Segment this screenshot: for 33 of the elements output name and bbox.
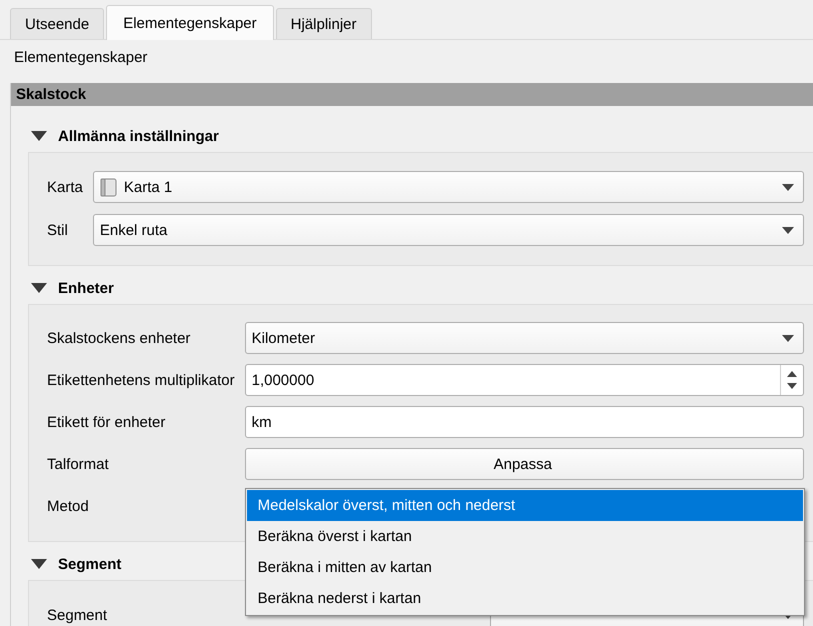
customize-button[interactable]: Anpassa	[244, 448, 804, 480]
section-header: Skalstock	[11, 83, 813, 106]
caret-icon	[782, 226, 794, 234]
field-label: Karta	[47, 178, 83, 196]
menu-option[interactable]: Medelskalor överst, mitten och nederst	[246, 490, 803, 521]
group-title: Segment	[58, 556, 122, 572]
dropdown[interactable]: Karta 1	[92, 171, 804, 203]
field-label: Skalstockens enheter	[47, 330, 192, 346]
group-title: Enheter	[58, 280, 114, 296]
dropdown[interactable]: Kilometer	[244, 322, 804, 354]
tab[interactable]: Utseende	[10, 8, 104, 39]
caret-icon	[782, 334, 794, 342]
tab[interactable]: Elementegenskaper	[106, 5, 274, 40]
field-label: Stil	[47, 222, 69, 238]
spin-box[interactable]: 1,000000	[244, 364, 804, 396]
caret-icon	[782, 184, 794, 190]
group-title: Allmänna inställningar	[58, 128, 219, 144]
field-label: Etikett för enheter	[47, 414, 166, 430]
field-label: Segment	[47, 606, 108, 624]
field-label: Talformat	[47, 456, 110, 472]
menu-option[interactable]: Beräkna överst i kartan	[246, 521, 803, 552]
menu-option[interactable]: Beräkna i mitten av kartan	[246, 552, 803, 583]
collapse-triangle-icon[interactable]	[31, 131, 47, 141]
field-label: Etikettenhetens multiplikator	[47, 372, 235, 388]
map-icon	[100, 178, 117, 196]
collapse-triangle-icon[interactable]	[31, 559, 47, 569]
tab[interactable]: Hjälplinjer	[276, 8, 372, 39]
panel-title: Elementegenskaper	[14, 49, 148, 68]
menu-option[interactable]: Beräkna nederst i kartan	[246, 583, 803, 614]
dropdown[interactable]: Enkel ruta	[92, 214, 804, 246]
field-label: Metod	[47, 498, 90, 514]
input-field[interactable]: km	[244, 406, 804, 438]
collapse-triangle-icon[interactable]	[31, 283, 47, 293]
